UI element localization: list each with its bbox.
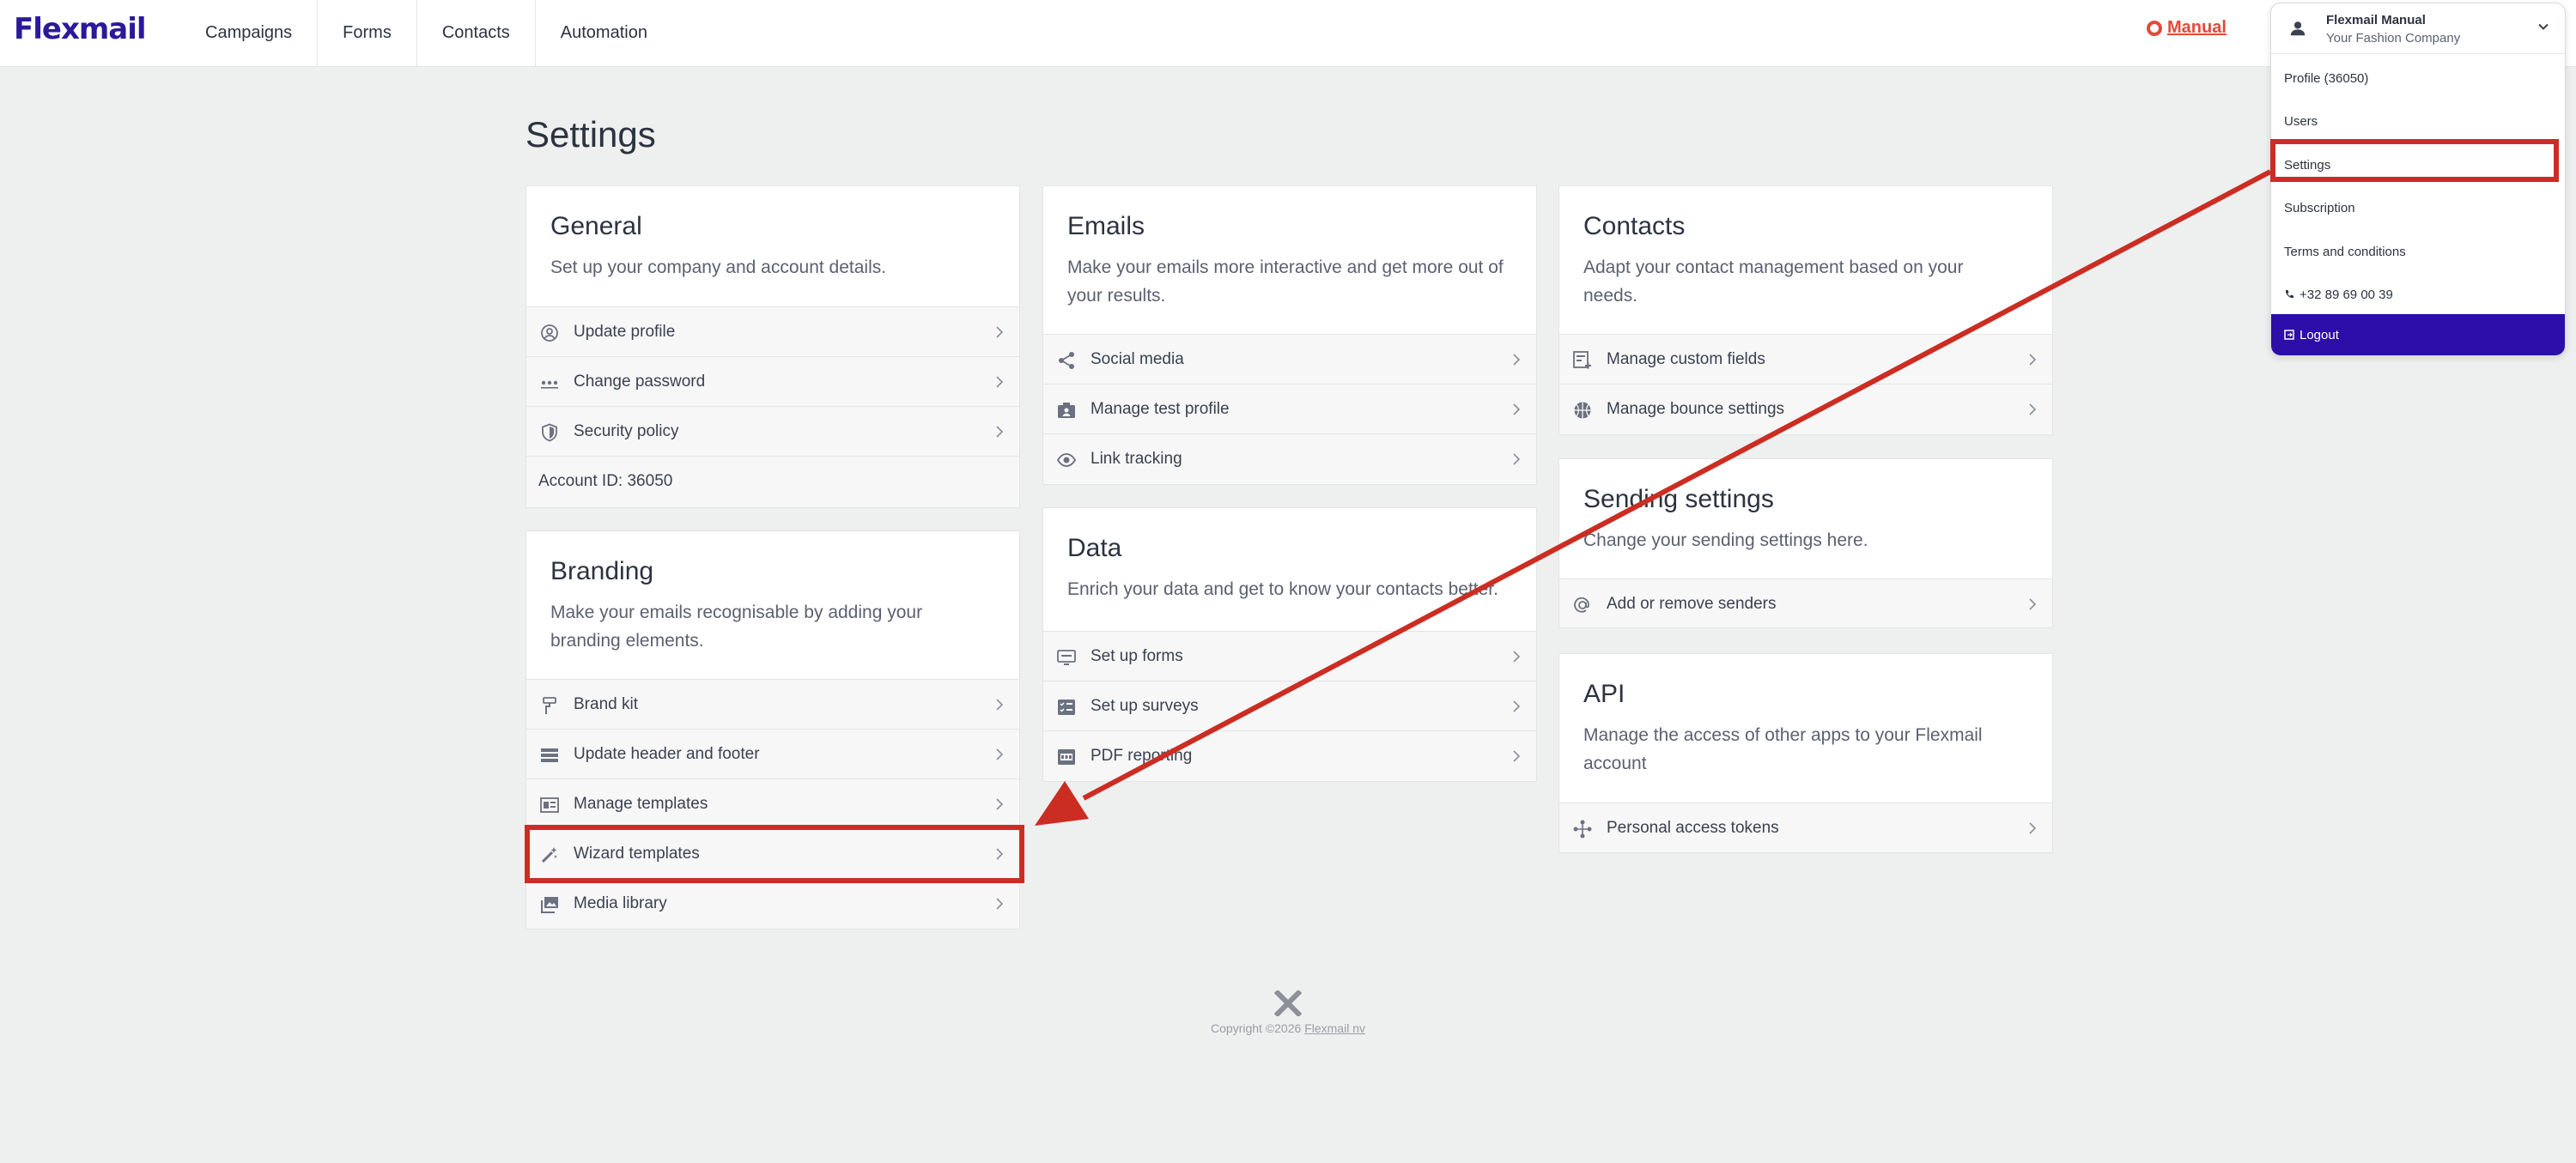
annotation-arrow bbox=[1035, 169, 2272, 826]
